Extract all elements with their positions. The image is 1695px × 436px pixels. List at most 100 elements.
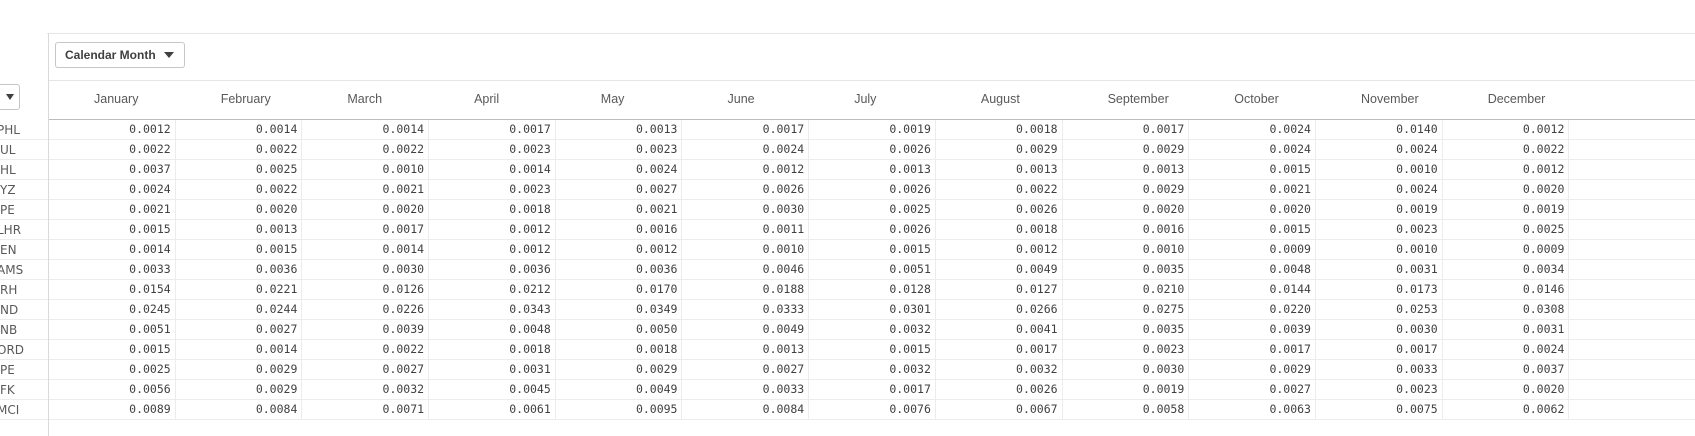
row-dimension-dropdown[interactable]	[0, 84, 20, 110]
table-cell[interactable]: 0.0014	[176, 340, 303, 359]
table-cell[interactable]: 0.0024	[1316, 140, 1443, 159]
table-cell[interactable]: 0.0056	[49, 380, 176, 399]
table-cell[interactable]: 0.0015	[809, 340, 936, 359]
table-cell[interactable]: 0.0025	[1443, 220, 1570, 239]
column-header-april[interactable]: April	[429, 80, 556, 119]
table-cell[interactable]: 0.0027	[1189, 380, 1316, 399]
table-cell[interactable]: 0.0308	[1443, 300, 1570, 319]
column-header-december[interactable]: December	[1443, 80, 1570, 119]
table-cell[interactable]: 0.0144	[1189, 280, 1316, 299]
table-cell[interactable]: 0.0012	[1443, 160, 1570, 179]
table-cell[interactable]: 0.0017	[683, 120, 810, 139]
table-cell[interactable]: 0.0024	[49, 180, 176, 199]
table-cell[interactable]: 0.0023	[1316, 380, 1443, 399]
table-cell[interactable]: 0.0012	[429, 240, 556, 259]
table-cell[interactable]: 0.0018	[556, 340, 683, 359]
table-cell[interactable]: 0.0024	[556, 160, 683, 179]
table-cell[interactable]: 0.0245	[49, 300, 176, 319]
table-cell[interactable]: 0.0024	[1189, 140, 1316, 159]
calendar-month-dropdown[interactable]: Calendar Month	[55, 42, 185, 68]
table-cell[interactable]: 0.0049	[683, 320, 810, 339]
table-cell[interactable]: 0.0037	[49, 160, 176, 179]
table-cell[interactable]: 0.0030	[302, 260, 430, 279]
table-cell[interactable]: 0.0032	[809, 320, 936, 339]
table-cell[interactable]: 0.0017	[809, 380, 936, 399]
column-header-june[interactable]: June	[683, 80, 810, 119]
table-cell[interactable]: 0.0039	[302, 320, 430, 339]
table-cell[interactable]: 0.0029	[1189, 360, 1316, 379]
table-cell[interactable]: 0.0170	[556, 280, 683, 299]
column-header-october[interactable]: October	[1189, 80, 1316, 119]
table-cell[interactable]: 0.0014	[176, 120, 303, 139]
table-cell[interactable]: 0.0029	[176, 360, 303, 379]
table-cell[interactable]: 0.0035	[1063, 320, 1190, 339]
table-cell[interactable]: 0.0021	[556, 200, 683, 219]
table-cell[interactable]: 0.0089	[49, 400, 176, 419]
table-cell[interactable]: 0.0013	[936, 160, 1063, 179]
table-cell[interactable]: 0.0030	[1316, 320, 1443, 339]
table-cell[interactable]: 0.0212	[429, 280, 556, 299]
column-header-february[interactable]: February	[176, 80, 303, 119]
table-cell[interactable]: 0.0015	[49, 220, 176, 239]
table-cell[interactable]: 0.0026	[683, 180, 810, 199]
table-cell[interactable]: 0.0010	[1316, 160, 1443, 179]
table-cell[interactable]: 0.0017	[429, 120, 556, 139]
table-cell[interactable]: 0.0019	[1063, 380, 1190, 399]
table-cell[interactable]: 0.0024	[1189, 120, 1316, 139]
table-cell[interactable]: 0.0014	[49, 240, 176, 259]
table-cell[interactable]: 0.0015	[49, 340, 176, 359]
table-cell[interactable]: 0.0063	[1189, 400, 1316, 419]
table-cell[interactable]: 0.0049	[556, 380, 683, 399]
table-cell[interactable]: 0.0035	[1063, 260, 1190, 279]
table-cell[interactable]: 0.0045	[429, 380, 556, 399]
table-cell[interactable]: 0.0018	[429, 200, 556, 219]
table-cell[interactable]: 0.0016	[1063, 220, 1190, 239]
table-cell[interactable]: 0.0022	[1443, 140, 1570, 159]
table-cell[interactable]: 0.0027	[683, 360, 810, 379]
table-cell[interactable]: 0.0020	[1443, 380, 1570, 399]
table-cell[interactable]: 0.0019	[1443, 200, 1570, 219]
table-cell[interactable]: 0.0021	[1189, 180, 1316, 199]
table-cell[interactable]: 0.0015	[1189, 160, 1316, 179]
table-cell[interactable]: 0.0032	[302, 380, 430, 399]
table-cell[interactable]: 0.0084	[176, 400, 303, 419]
table-cell[interactable]: 0.0013	[176, 220, 303, 239]
table-cell[interactable]: 0.0013	[683, 340, 810, 359]
table-cell[interactable]: 0.0050	[556, 320, 683, 339]
table-cell[interactable]: 0.0023	[429, 140, 556, 159]
table-cell[interactable]: 0.0154	[49, 280, 176, 299]
table-cell[interactable]: 0.0020	[176, 200, 303, 219]
table-cell[interactable]: 0.0025	[809, 200, 936, 219]
table-cell[interactable]: 0.0014	[302, 120, 430, 139]
table-cell[interactable]: 0.0244	[176, 300, 303, 319]
table-cell[interactable]: 0.0071	[302, 400, 430, 419]
table-cell[interactable]: 0.0140	[1316, 120, 1443, 139]
table-cell[interactable]: 0.0020	[1443, 180, 1570, 199]
table-cell[interactable]: 0.0031	[429, 360, 556, 379]
table-cell[interactable]: 0.0010	[1316, 240, 1443, 259]
table-cell[interactable]: 0.0012	[556, 240, 683, 259]
table-cell[interactable]: 0.0031	[1316, 260, 1443, 279]
table-cell[interactable]: 0.0026	[936, 380, 1063, 399]
table-cell[interactable]: 0.0013	[1063, 160, 1190, 179]
table-cell[interactable]: 0.0017	[936, 340, 1063, 359]
table-cell[interactable]: 0.0009	[1443, 240, 1570, 259]
table-cell[interactable]: 0.0024	[1316, 180, 1443, 199]
column-header-july[interactable]: July	[809, 80, 936, 119]
table-cell[interactable]: 0.0036	[556, 260, 683, 279]
table-cell[interactable]: 0.0173	[1316, 280, 1443, 299]
table-cell[interactable]: 0.0020	[1189, 200, 1316, 219]
table-cell[interactable]: 0.0017	[1316, 340, 1443, 359]
table-cell[interactable]: 0.0013	[809, 160, 936, 179]
table-cell[interactable]: 0.0021	[49, 200, 176, 219]
table-cell[interactable]: 0.0220	[1189, 300, 1316, 319]
table-cell[interactable]: 0.0022	[936, 180, 1063, 199]
table-cell[interactable]: 0.0033	[49, 260, 176, 279]
table-cell[interactable]: 0.0020	[1063, 200, 1190, 219]
table-cell[interactable]: 0.0048	[1189, 260, 1316, 279]
table-cell[interactable]: 0.0084	[683, 400, 810, 419]
table-cell[interactable]: 0.0029	[176, 380, 303, 399]
table-cell[interactable]: 0.0024	[1443, 340, 1570, 359]
table-cell[interactable]: 0.0048	[429, 320, 556, 339]
table-cell[interactable]: 0.0032	[936, 360, 1063, 379]
